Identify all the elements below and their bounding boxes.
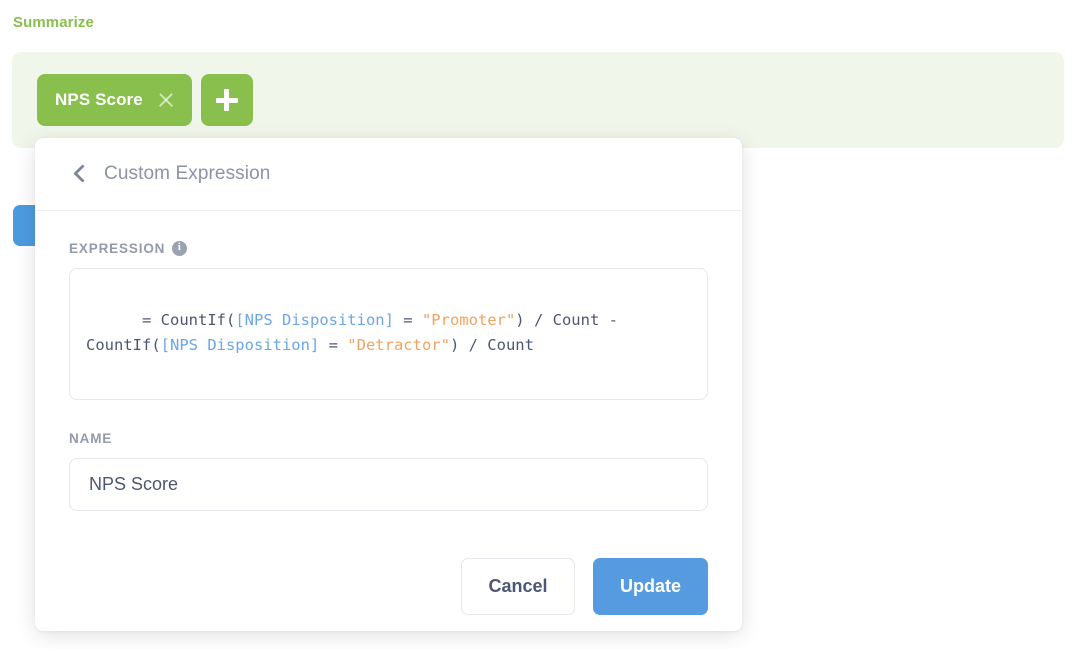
expression-token-field: [NPS Disposition] xyxy=(235,311,394,329)
chip-label: NPS Score xyxy=(55,90,143,110)
expression-token-string: "Promoter" xyxy=(422,311,515,329)
custom-expression-popover: Custom Expression EXPRESSION i = CountIf… xyxy=(35,138,742,631)
add-aggregation-button[interactable] xyxy=(201,74,253,126)
name-input[interactable] xyxy=(69,458,708,511)
summarize-chip-row: NPS Score xyxy=(37,74,253,126)
chevron-left-icon[interactable] xyxy=(69,163,91,185)
popover-actions: Cancel Update xyxy=(69,558,708,615)
popover-header: Custom Expression xyxy=(35,138,742,211)
update-button[interactable]: Update xyxy=(593,558,708,615)
expression-token-string: "Detractor" xyxy=(347,336,450,354)
expression-token-field: [NPS Disposition] xyxy=(161,336,320,354)
summarize-panel: NPS Score xyxy=(12,52,1064,148)
info-icon[interactable]: i xyxy=(172,241,187,256)
expression-token: = xyxy=(319,336,347,354)
name-label: NAME xyxy=(69,431,708,446)
expression-token: ) / Count xyxy=(450,336,534,354)
popover-title: Custom Expression xyxy=(104,163,270,185)
close-icon[interactable] xyxy=(156,90,176,110)
expression-token: = CountIf( xyxy=(142,311,235,329)
expression-input[interactable]: = CountIf([NPS Disposition] = "Promoter"… xyxy=(69,268,708,400)
cancel-button[interactable]: Cancel xyxy=(461,558,575,615)
expression-label-row: EXPRESSION i xyxy=(69,241,708,256)
expression-label: EXPRESSION xyxy=(69,241,165,256)
popover-body: EXPRESSION i = CountIf([NPS Disposition]… xyxy=(35,211,742,615)
page-title: Summarize xyxy=(13,13,94,33)
name-section: NAME xyxy=(69,431,708,511)
summarize-chip-nps-score[interactable]: NPS Score xyxy=(37,74,192,126)
expression-token: = xyxy=(394,311,422,329)
